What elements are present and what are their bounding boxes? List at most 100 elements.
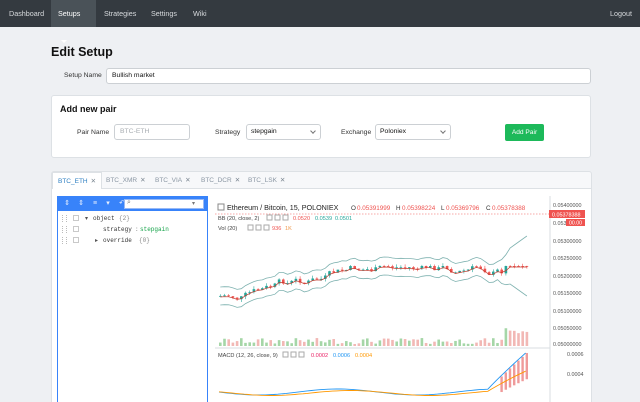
json-editor-toolbar: ⇕ ⇕ ≡ ▾ ↶ ↷ ⌕ ▾	[58, 197, 207, 211]
volume-bar	[387, 338, 390, 346]
close-icon[interactable]: ✕	[280, 177, 285, 184]
tab-label: BTC_DCR	[201, 177, 232, 184]
volume-bar	[454, 340, 457, 346]
page-title: Edit Setup	[51, 45, 113, 59]
json-value[interactable]: stepgain	[140, 224, 169, 235]
drag-handle-icon[interactable]	[62, 226, 67, 233]
json-root-row[interactable]: ▾ object {2}	[58, 213, 207, 224]
macd-tick: 0.0004	[567, 372, 584, 378]
add-pair-title: Add new pair	[60, 104, 117, 114]
close-icon[interactable]: ✕	[91, 178, 96, 185]
drag-handle-icon[interactable]	[62, 215, 67, 222]
volume-bar	[319, 341, 323, 346]
ohlc-h-key: H	[396, 205, 401, 212]
macd-label: MACD (12, 26, close, 9)	[218, 353, 278, 359]
json-row-strategy[interactable]: strategy : stepgain	[58, 224, 207, 235]
volume-bar	[265, 342, 268, 346]
trading-chart[interactable]: Ethereum / Bitcoin, 15, POLONIEX O 0.053…	[215, 196, 585, 402]
volume-bar	[378, 340, 382, 346]
candle-body	[223, 295, 226, 297]
macd-hist-value: 0.0002	[311, 353, 328, 359]
nav-setups[interactable]: Setups	[51, 0, 96, 43]
tab-label: BTC_VIA	[155, 177, 183, 184]
add-pair-button[interactable]: Add Pair	[505, 124, 544, 141]
volume-bar	[332, 339, 335, 346]
nav-settings[interactable]: Settings	[151, 0, 177, 27]
setup-name-input[interactable]: Bullish market	[106, 68, 591, 84]
setup-name-label: Setup Name	[64, 72, 102, 79]
drag-handle-icon[interactable]	[62, 237, 67, 244]
json-colon: :	[135, 226, 139, 233]
price-tick: 0.05200000	[553, 274, 581, 280]
close-icon[interactable]: ✕	[140, 177, 145, 184]
expand-all-icon[interactable]: ⇕	[63, 200, 71, 208]
expand-toggle-icon[interactable]: ▸	[95, 235, 98, 246]
volume-bar	[340, 343, 344, 346]
volume-bar	[240, 338, 243, 346]
row-checkbox[interactable]	[73, 215, 79, 221]
chart-title: Ethereum / Bitcoin, 15, POLONIEX	[227, 203, 339, 212]
macd-histogram-bar	[525, 353, 528, 380]
volume-bar	[353, 343, 356, 346]
volume-bar	[475, 342, 478, 346]
strategy-value: stepgain	[251, 128, 277, 135]
volume-bar	[445, 341, 449, 346]
pair-name-label: Pair Name	[77, 129, 110, 136]
filter-icon[interactable]: ▾	[104, 200, 112, 208]
volume-bar	[366, 338, 369, 346]
nav-strategies[interactable]: Strategies	[104, 0, 136, 27]
volume-bar	[328, 339, 331, 346]
tab-btc-dcr[interactable]: BTC_DCR ✕	[201, 172, 240, 189]
volume-bar	[412, 339, 415, 346]
price-tick: 0.05250000	[553, 256, 581, 262]
sort-icon[interactable]: ≡	[91, 200, 99, 208]
volume-bar	[349, 342, 352, 346]
candle-body	[412, 267, 415, 269]
volume-bar	[235, 341, 239, 346]
volume-bar	[492, 338, 495, 346]
chevron-down-icon[interactable]: ▾	[192, 200, 195, 207]
last-price-value: 0.05378388	[552, 213, 580, 219]
nav-logout[interactable]: Logout	[610, 0, 632, 27]
volume-bar	[416, 339, 419, 346]
volume-bar	[231, 342, 235, 346]
json-row-override[interactable]: ▸ override {0}	[58, 235, 207, 246]
exchange-select[interactable]: Poloniex	[375, 124, 451, 140]
expand-toggle-icon[interactable]: ▾	[85, 213, 88, 224]
collapse-all-icon[interactable]: ⇕	[77, 200, 85, 208]
tab-btc-lsk[interactable]: BTC_LSK ✕	[248, 172, 285, 189]
tab-btc-via[interactable]: BTC_VIA ✕	[155, 172, 191, 189]
macd-histogram-bar	[513, 364, 516, 386]
candle-body	[462, 270, 466, 272]
chevron-down-icon	[440, 128, 446, 134]
bb-lower-value: 0.0501	[335, 216, 352, 222]
tab-btc-xmr[interactable]: BTC_XMR ✕	[106, 172, 146, 189]
volume-bar	[282, 341, 285, 346]
bb-label: BB (20, close, 2)	[218, 216, 259, 222]
volume-bar	[525, 331, 529, 346]
nav-wiki[interactable]: Wiki	[193, 0, 207, 27]
pair-name-input[interactable]: BTC-ETH	[114, 124, 190, 140]
close-icon[interactable]: ✕	[235, 177, 240, 184]
tab-btc-eth[interactable]: BTC_ETH ✕	[52, 172, 103, 189]
ohlc-low: 0.05369796	[446, 205, 480, 212]
volume-bar	[513, 330, 516, 346]
row-checkbox[interactable]	[73, 226, 79, 232]
candle-body	[227, 295, 230, 297]
volume-bar	[479, 340, 482, 346]
row-checkbox[interactable]	[73, 237, 79, 243]
nav-dashboard[interactable]: Dashboard	[9, 0, 44, 27]
json-search-input[interactable]: ⌕ ▾	[124, 199, 204, 209]
candle-body	[475, 266, 478, 268]
candle-body	[256, 289, 260, 290]
price-tick: 0.05400000	[553, 203, 581, 209]
json-editor: ⇕ ⇕ ≡ ▾ ↶ ↷ ⌕ ▾ ▾ object {2} strategy : …	[57, 196, 208, 402]
strategy-select[interactable]: stepgain	[246, 124, 321, 140]
candle-body	[424, 266, 428, 268]
close-icon[interactable]: ✕	[185, 177, 190, 184]
macd-histogram-bar	[521, 356, 524, 382]
volume-bar	[399, 338, 403, 346]
ohlc-open: 0.05391999	[357, 205, 391, 212]
volume-bar	[420, 338, 424, 346]
volume-bar	[517, 333, 520, 346]
